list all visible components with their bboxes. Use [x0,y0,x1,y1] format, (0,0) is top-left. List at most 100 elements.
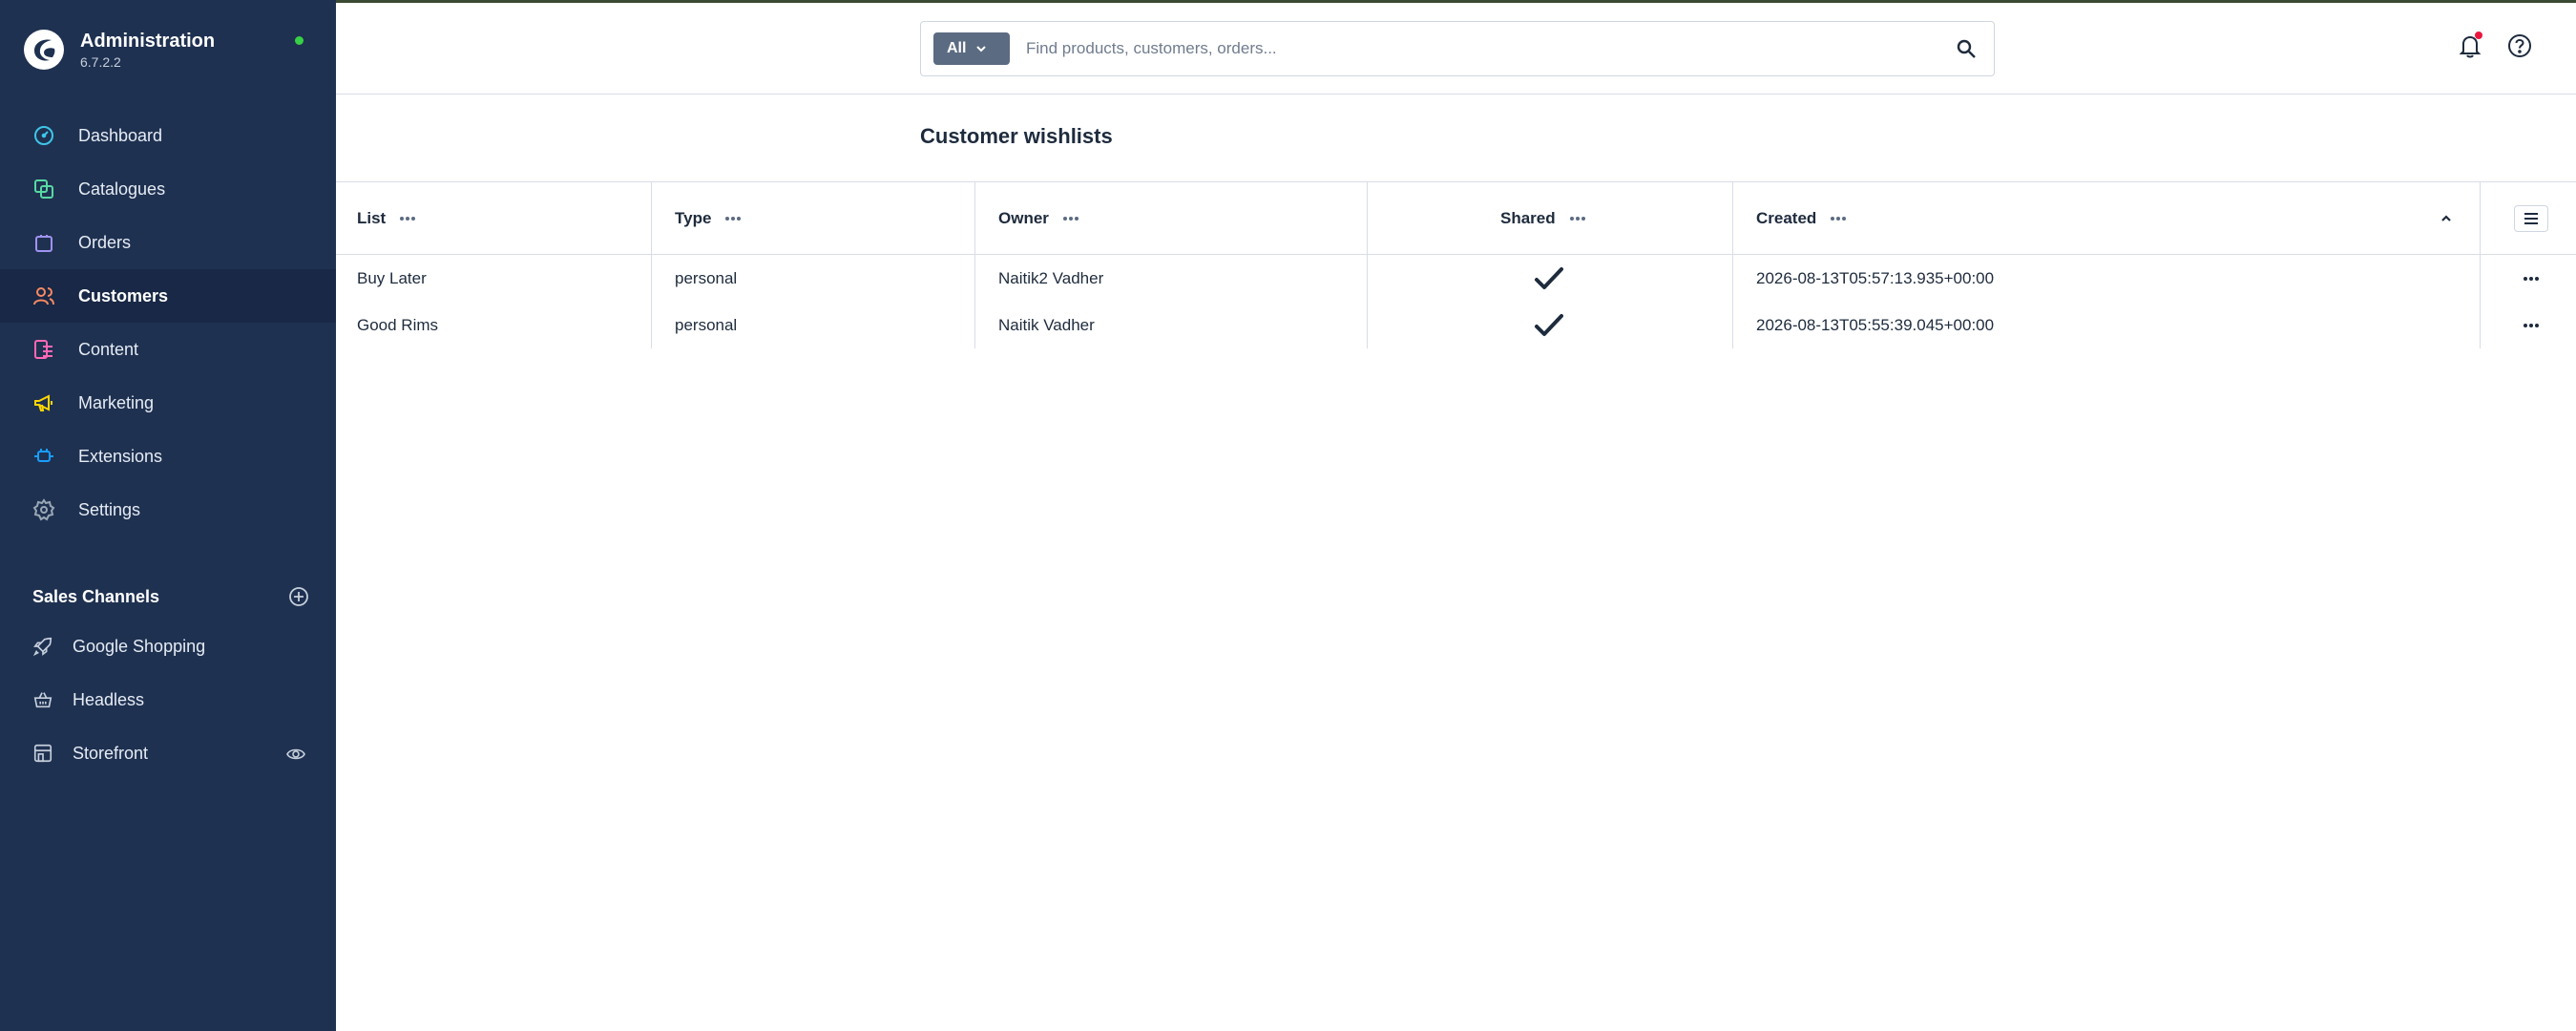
search-icon[interactable] [1956,38,1977,59]
column-divider [651,182,652,255]
column-divider [1367,182,1368,255]
wishlist-table: List Type Owner Shared Created Buy Later… [336,181,2576,348]
extensions-icon [32,445,55,468]
cell-created: 2026-08-13T05:55:39.045+00:00 [1756,315,1995,334]
row-actions-button[interactable] [2523,302,2540,348]
row-actions-button[interactable] [2523,255,2540,302]
nav-label: Content [78,339,139,359]
brand: Administration 6.7.2.2 [0,0,336,99]
column-divider [2480,255,2481,302]
nav-label: Orders [78,232,132,252]
cell-owner: Naitik Vadher [998,315,1095,334]
nav-label: Marketing [78,392,155,412]
sales-channel-storefront[interactable]: Storefront [0,726,336,780]
column-label: Created [1756,208,1817,227]
cell-type: personal [675,315,738,334]
nav-label: Catalogues [78,179,166,199]
cell-owner: Naitik2 Vadher [998,268,1104,287]
column-label: Owner [998,208,1049,227]
column-header-shared[interactable]: Shared [1500,182,1586,254]
settings-icon [32,498,55,521]
catalogues-icon [32,178,55,200]
nav-item-orders[interactable]: Orders [0,216,336,269]
column-divider [1732,255,1733,302]
nav-label: Settings [78,499,141,519]
sort-ascending-icon[interactable] [2440,212,2453,225]
table-row[interactable]: Good Rims personal Naitik Vadher 2026-08… [336,302,2576,348]
cell-created: 2026-08-13T05:57:13.935+00:00 [1756,268,1995,287]
column-header-owner[interactable]: Owner [998,182,1079,254]
sales-channel-label: Google Shopping [73,636,206,656]
online-status-dot [295,36,304,45]
cell-type: personal [675,268,738,287]
app-version: 6.7.2.2 [80,54,121,70]
column-header-created[interactable]: Created [1756,182,2453,254]
column-divider [974,182,975,255]
sales-channel-google-shopping[interactable]: Google Shopping [0,620,336,673]
marketing-icon [32,391,55,414]
nav-item-settings[interactable]: Settings [0,483,336,537]
basket-icon [32,689,53,710]
column-divider [651,255,652,302]
help-button[interactable] [2505,32,2534,60]
column-header-type[interactable]: Type [675,182,742,254]
search-input[interactable] [1026,33,1885,64]
customers-icon [32,284,55,307]
column-divider [974,255,975,302]
table-header-row: List Type Owner Shared Created [336,182,2576,255]
nav-label: Dashboard [78,125,163,145]
nav-item-marketing[interactable]: Marketing [0,376,336,430]
add-sales-channel-icon[interactable] [288,586,309,607]
list-settings-icon [2524,213,2538,224]
more-icon[interactable] [399,216,416,221]
nav-item-catalogues[interactable]: Catalogues [0,162,336,216]
more-icon[interactable] [1062,216,1079,221]
cell-list[interactable]: Good Rims [357,302,438,348]
more-icon[interactable] [1569,216,1586,221]
column-divider [1367,255,1368,302]
notification-badge [2475,32,2482,39]
column-divider [651,302,652,348]
nav-label: Extensions [78,446,163,466]
storefront-icon [32,743,53,764]
column-divider [1732,302,1733,348]
sales-channels-header: Sales Channels [32,584,309,609]
sales-channels-title: Sales Channels [32,586,160,606]
nav-item-customers[interactable]: Customers [0,269,336,323]
sales-channel-label: Headless [73,689,145,709]
notifications-button[interactable] [2456,32,2484,60]
nav-item-dashboard[interactable]: Dashboard [0,109,336,162]
top-header: All [336,3,2576,95]
orders-icon [32,231,55,254]
chevron-down-icon [976,46,987,53]
global-search: All [920,21,1995,76]
more-icon[interactable] [1830,216,1847,221]
cell-list[interactable]: Buy Later [357,255,427,302]
content-icon [32,338,55,361]
cell-shared [1534,302,1564,348]
column-divider [974,302,975,348]
sales-channels-list: Google Shopping Headless Storefront [0,620,336,780]
more-icon [2524,323,2539,327]
column-settings-button[interactable] [2514,205,2548,232]
more-icon [2524,276,2539,281]
sales-channel-headless[interactable]: Headless [0,673,336,726]
more-icon[interactable] [724,216,742,221]
nav-label: Customers [78,285,169,305]
column-divider [2480,182,2481,255]
column-label: Shared [1500,208,1556,227]
shopware-logo-icon [24,30,64,70]
table-row[interactable]: Buy Later personal Naitik2 Vadher 2026-0… [336,255,2576,302]
nav-item-content[interactable]: Content [0,323,336,376]
main-nav: Dashboard Catalogues Orders Customers Co… [0,109,336,537]
help-icon [2508,34,2531,57]
dashboard-icon [32,124,55,147]
column-divider [1732,182,1733,255]
nav-item-extensions[interactable]: Extensions [0,430,336,483]
search-type-label: All [947,40,967,56]
app-name: Administration [80,31,216,52]
column-divider [1367,302,1368,348]
eye-icon[interactable] [286,745,305,764]
column-header-list[interactable]: List [357,182,416,254]
search-type-dropdown[interactable]: All [933,32,1010,65]
